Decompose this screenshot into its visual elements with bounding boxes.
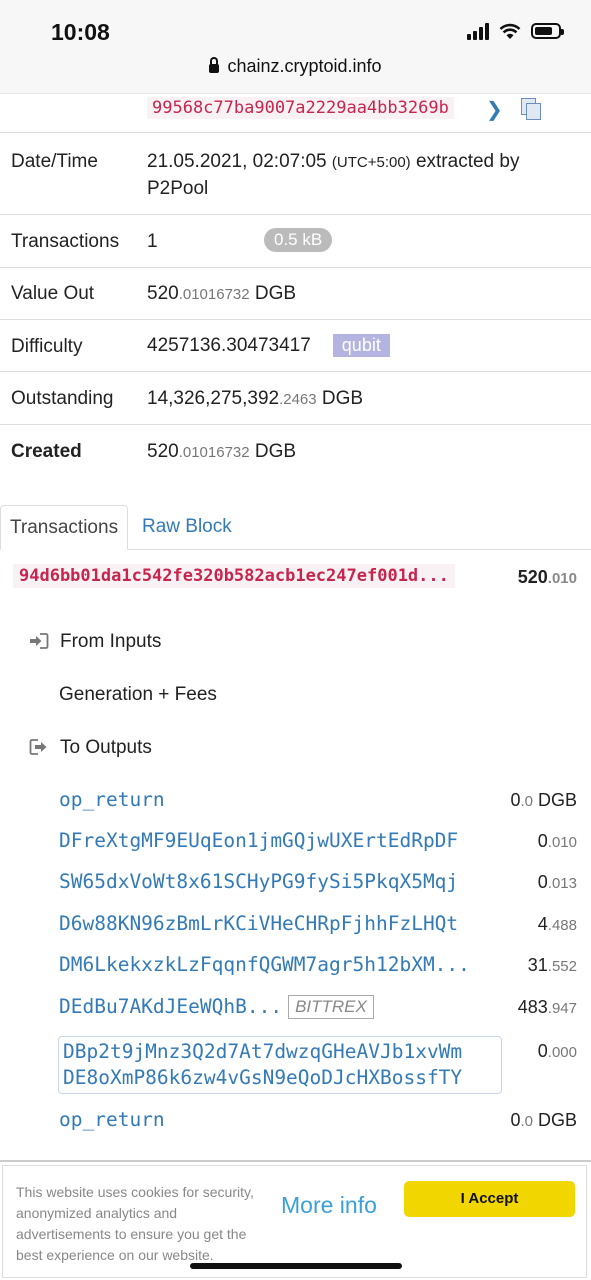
- battery-icon: [531, 23, 564, 39]
- block-hash: 99568c77ba9007a2229aa4bb3269b: [147, 97, 454, 119]
- generation-fees: Generation + Fees: [59, 684, 217, 705]
- cookie-message: This website uses cookies for security, …: [16, 1184, 254, 1263]
- row-outstanding: Outstanding 14,326,275,392.2463 DGB: [0, 371, 591, 424]
- output-address-line: DE8oXmP86k6zw4vGsN9eQoDJcHXBossfTY: [63, 1066, 463, 1089]
- output-value: 0.000: [537, 1041, 577, 1061]
- exchange-badge: BITTREX: [288, 995, 374, 1019]
- algo-badge: qubit: [332, 334, 390, 357]
- more-info-link[interactable]: More info: [281, 1192, 377, 1219]
- next-block-chevron-icon[interactable]: ❯: [486, 97, 503, 122]
- tab-bar: Transactions Raw Block: [0, 505, 591, 550]
- datetime-value: 21.05.2021, 02:07:05 (UTC+5:00) extracte…: [147, 151, 520, 172]
- url-bar[interactable]: chainz.cryptoid.info: [0, 56, 591, 77]
- output-address-link[interactable]: op_return: [59, 1108, 165, 1131]
- row-datetime: Date/Time 21.05.2021, 02:07:05 (UTC+5:00…: [0, 132, 591, 214]
- difficulty-label: Difficulty: [11, 336, 83, 357]
- cookie-banner: This website uses cookies for security, …: [0, 1160, 591, 1280]
- from-inputs-title: From Inputs: [60, 631, 162, 652]
- sign-out-icon: [29, 739, 47, 755]
- sign-in-icon: [30, 633, 49, 649]
- output-address-link[interactable]: DM6LkekxzkLzFqqnfQGWM7agr5h12bXM...: [59, 953, 470, 976]
- value-out-label: Value Out: [11, 283, 95, 304]
- output-address-link[interactable]: DFreXtgMF9EUqEon1jmGQjwUXErtEdRpDF: [59, 829, 458, 852]
- status-icons: [467, 22, 564, 40]
- output-address-link[interactable]: SW65dxVoWt8x61SCHyPG9fySi5PkqX5Mqj: [59, 870, 458, 893]
- row-transactions: Transactions 1 0.5 kB: [0, 214, 591, 267]
- output-value: 483.947: [517, 997, 577, 1017]
- output-row-bittrex: DEdBu7AKdJEeWQhB... BITTREX: [59, 995, 374, 1019]
- output-address-link[interactable]: op_return: [59, 788, 165, 811]
- accept-cookies-button[interactable]: I Accept: [404, 1181, 575, 1217]
- output-address-line: DBp2t9jMnz3Q2d7At7dwzqGHeAVJb1xvWm: [63, 1040, 463, 1063]
- status-time: 10:08: [51, 19, 110, 45]
- outstanding-label: Outstanding: [11, 388, 114, 409]
- copy-icon[interactable]: [521, 98, 541, 120]
- url-text: chainz.cryptoid.info: [227, 56, 382, 76]
- tab-transactions[interactable]: Transactions: [0, 505, 129, 550]
- output-value: 4.488: [537, 914, 577, 934]
- output-value: 0.0 DGB: [510, 1110, 577, 1130]
- created-label: Created: [11, 441, 82, 462]
- row-created: Created 520.01016732 DGB: [0, 424, 591, 477]
- output-address-box[interactable]: DBp2t9jMnz3Q2d7At7dwzqGHeAVJb1xvWm DE8oX…: [58, 1036, 502, 1094]
- difficulty-value: 4257136.30473417 qubit: [147, 334, 390, 357]
- home-indicator[interactable]: [190, 1263, 402, 1269]
- output-value: 31.552: [527, 955, 577, 975]
- tx-value: 520.010: [517, 567, 577, 587]
- transactions-label: Transactions: [11, 231, 120, 252]
- outstanding-value: 14,326,275,392.2463 DGB: [147, 388, 364, 409]
- value-out-value: 520.01016732 DGB: [147, 283, 297, 304]
- output-address-link[interactable]: D6w88KN96zBmLrKCiVHeCHRpFjhhFzLHQt: [59, 912, 458, 935]
- output-value: 0.010: [537, 831, 577, 851]
- browser-chrome: 10:08 chainz.cryptoid.info: [0, 0, 591, 94]
- transactions-count: 1: [147, 231, 158, 252]
- output-value: 0.0 DGB: [510, 790, 577, 810]
- output-address-link[interactable]: DEdBu7AKdJEeWQhB...: [59, 995, 282, 1018]
- to-outputs-title: To Outputs: [60, 737, 152, 758]
- wifi-icon: [499, 23, 521, 39]
- created-value: 520.01016732 DGB: [147, 441, 297, 462]
- row-value-out: Value Out 520.01016732 DGB: [0, 267, 591, 319]
- size-badge: 0.5 kB: [264, 228, 333, 252]
- datetime-label: Date/Time: [11, 151, 98, 172]
- row-difficulty: Difficulty 4257136.30473417 qubit: [0, 319, 591, 371]
- tx-hash-link[interactable]: 94d6bb01da1c542fe320b582acb1ec247ef001d.…: [13, 564, 455, 588]
- output-value: 0.013: [537, 872, 577, 892]
- tab-raw-block[interactable]: Raw Block: [133, 505, 241, 549]
- lock-icon: [209, 57, 220, 73]
- cellular-signal-icon: [467, 22, 489, 40]
- pool-link[interactable]: P2Pool: [147, 178, 208, 200]
